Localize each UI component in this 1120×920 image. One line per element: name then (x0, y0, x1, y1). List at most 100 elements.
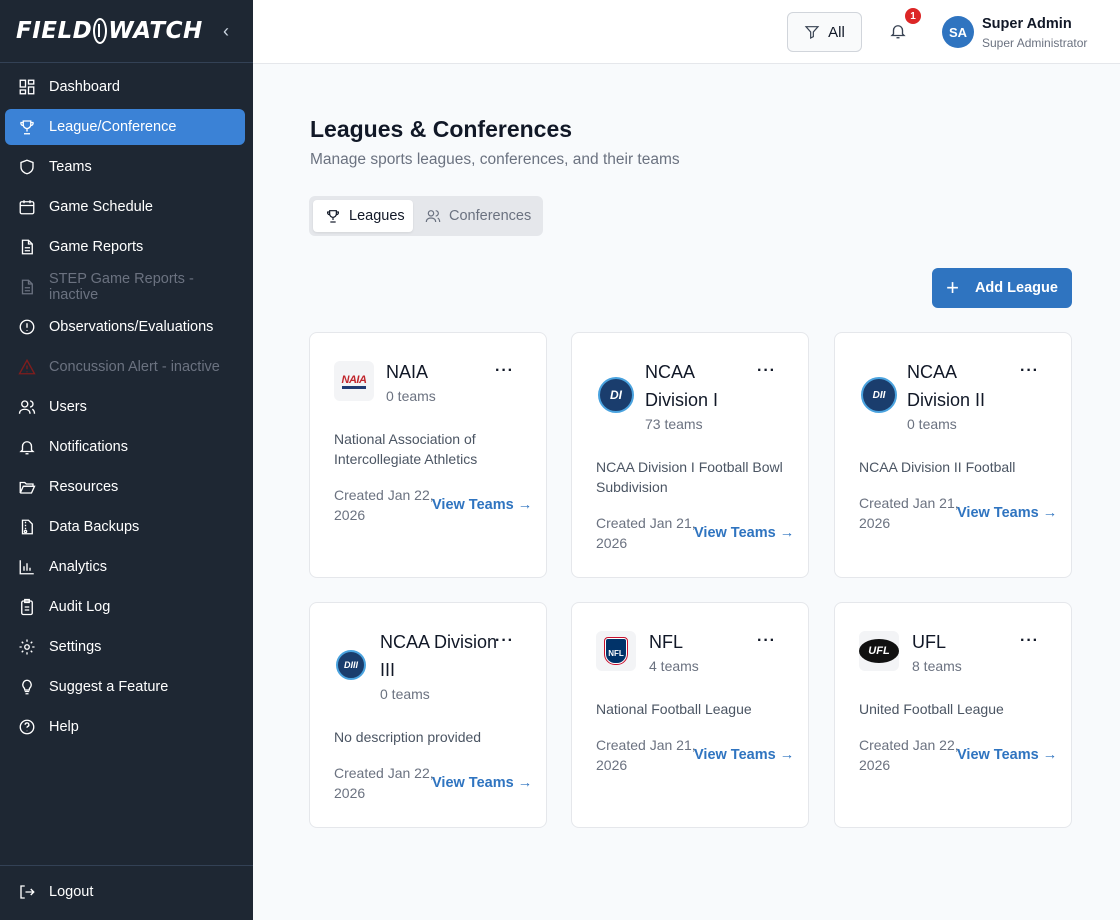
sidebar-item-suggest-feature[interactable]: Suggest a Feature (5, 669, 245, 705)
add-league-label: Add League (974, 280, 1058, 296)
nfl-logo-text: NFL (604, 637, 628, 665)
logo-text-right: WATCH (108, 18, 203, 44)
sidebar-item-notifications[interactable]: Notifications (5, 429, 245, 465)
card-menu-icon[interactable]: ··· (757, 632, 776, 650)
sidebar-item-settings[interactable]: Settings (5, 629, 245, 665)
team-count: 4 teams (649, 658, 699, 674)
collapse-sidebar-icon[interactable]: ‹ (223, 21, 229, 42)
sidebar-item-label: Observations/Evaluations (49, 319, 214, 335)
sidebar-item-users[interactable]: Users (5, 389, 245, 425)
logout-button[interactable]: Logout (5, 874, 245, 910)
league-name: NAIA (386, 362, 429, 382)
card-menu-icon[interactable]: ··· (757, 362, 776, 380)
team-count: 0 teams (380, 686, 430, 702)
filter-icon (804, 26, 820, 39)
file-archive-icon (18, 518, 36, 536)
document-icon (18, 278, 36, 296)
plus-icon: + (946, 275, 959, 300)
alert-circle-icon (18, 318, 36, 336)
ncaa-d2-logo-text: DII (861, 377, 897, 413)
sidebar-item-label: Dashboard (49, 79, 120, 95)
view-teams-link[interactable]: View Teams → (957, 505, 1057, 521)
logout-section: Logout (0, 865, 253, 920)
sidebar-item-label: STEP Game Reports - inactive (49, 271, 194, 303)
sidebar-item-concussion-alert[interactable]: Concussion Alert - inactive (5, 349, 245, 385)
tab-conferences[interactable]: Conferences (425, 200, 537, 232)
football-icon (93, 18, 108, 44)
view-teams-link[interactable]: View Teams → (432, 775, 532, 791)
filter-label: All (828, 23, 845, 41)
sidebar-item-label: Data Backups (49, 519, 140, 535)
sidebar-item-label: Game Reports (49, 239, 144, 255)
sidebar-item-game-schedule[interactable]: Game Schedule (5, 189, 245, 225)
top-header: All 1 SA Super Admin Super Administrator (253, 0, 1120, 64)
sidebar-item-label: Audit Log (49, 599, 111, 615)
created-date: Created Jan 21, 2026 (596, 737, 696, 773)
sidebar-item-observations[interactable]: Observations/Evaluations (5, 309, 245, 345)
users-icon (425, 210, 441, 223)
sidebar-item-dashboard[interactable]: Dashboard (5, 69, 245, 105)
nfl-logo: NFL (596, 631, 636, 671)
ncaa-d2-logo: DII (859, 375, 899, 415)
ncaa-d3-logo-text: DIII (336, 650, 366, 680)
sidebar-item-game-reports[interactable]: Game Reports (5, 229, 245, 265)
created-date: Created Jan 22, 2026 (859, 737, 959, 773)
team-count: 73 teams (645, 416, 703, 432)
ncaa-d1-logo-text: DI (598, 377, 634, 413)
sidebar-item-label: Notifications (49, 439, 128, 455)
users-icon (18, 398, 36, 416)
dashboard-grid-icon (18, 78, 36, 96)
sidebar-item-resources[interactable]: Resources (5, 469, 245, 505)
logout-label: Logout (49, 884, 94, 900)
shield-icon (18, 158, 36, 176)
sidebar-item-analytics[interactable]: Analytics (5, 549, 245, 585)
sidebar-nav: Dashboard League/Conference Teams Game S… (0, 63, 253, 745)
sidebar-item-audit-log[interactable]: Audit Log (5, 589, 245, 625)
card-menu-icon[interactable]: ··· (495, 632, 514, 650)
notifications-bell-icon[interactable] (889, 22, 907, 40)
card-menu-icon[interactable]: ··· (1020, 632, 1039, 650)
avatar[interactable]: SA (942, 16, 974, 48)
league-name: NCAA Division II (907, 362, 986, 410)
sidebar-item-data-backups[interactable]: Data Backups (5, 509, 245, 545)
team-count: 0 teams (386, 388, 436, 404)
filter-button[interactable]: All (787, 12, 862, 52)
sidebar: FIELD WATCH ‹ Dashboard League/Conferenc… (0, 0, 253, 920)
user-role: Super Administrator (982, 36, 1088, 50)
sidebar-item-help[interactable]: Help (5, 709, 245, 745)
view-teams-link[interactable]: View Teams → (694, 747, 794, 763)
league-description: NCAA Division II Football (859, 459, 1016, 475)
folder-open-icon (18, 478, 36, 496)
sidebar-item-label: Analytics (49, 559, 108, 575)
league-name: NCAA Division I (645, 362, 719, 410)
tab-label: Conferences (449, 208, 532, 224)
bar-chart-icon (18, 558, 36, 576)
card-menu-icon[interactable]: ··· (495, 362, 514, 380)
sidebar-item-label: Suggest a Feature (49, 679, 169, 695)
sidebar-item-teams[interactable]: Teams (5, 149, 245, 185)
league-card-ncaa-d1: DI NCAA Division I 73 teams ··· NCAA Div… (571, 332, 809, 578)
page-title: Leagues & Conferences (310, 116, 573, 142)
view-teams-link[interactable]: View Teams → (694, 525, 794, 541)
league-name: NCAA Division III (380, 632, 498, 680)
tab-leagues[interactable]: Leagues (313, 200, 413, 232)
league-name: UFL (912, 632, 947, 652)
add-league-button[interactable]: + Add League (932, 268, 1072, 308)
sidebar-item-step-game-reports[interactable]: STEP Game Reports - inactive (5, 269, 245, 305)
league-description: National Football League (596, 701, 752, 717)
created-date: Created Jan 21, 2026 (859, 495, 959, 531)
tab-label: Leagues (349, 208, 405, 224)
league-name: NFL (649, 632, 684, 652)
view-teams-link[interactable]: View Teams → (432, 497, 532, 513)
sidebar-item-league-conference[interactable]: League/Conference (5, 109, 245, 145)
ncaa-d3-logo: DIII (334, 645, 368, 685)
app-logo[interactable]: FIELD WATCH (16, 18, 203, 44)
bell-icon (18, 438, 36, 456)
card-menu-icon[interactable]: ··· (1020, 362, 1039, 380)
team-count: 8 teams (912, 658, 962, 674)
page-subtitle: Manage sports leagues, conferences, and … (310, 151, 680, 168)
view-teams-link[interactable]: View Teams → (957, 747, 1057, 763)
sidebar-item-label: Teams (49, 159, 92, 175)
team-count: 0 teams (907, 416, 957, 432)
sidebar-item-label: Concussion Alert - inactive (49, 359, 220, 375)
